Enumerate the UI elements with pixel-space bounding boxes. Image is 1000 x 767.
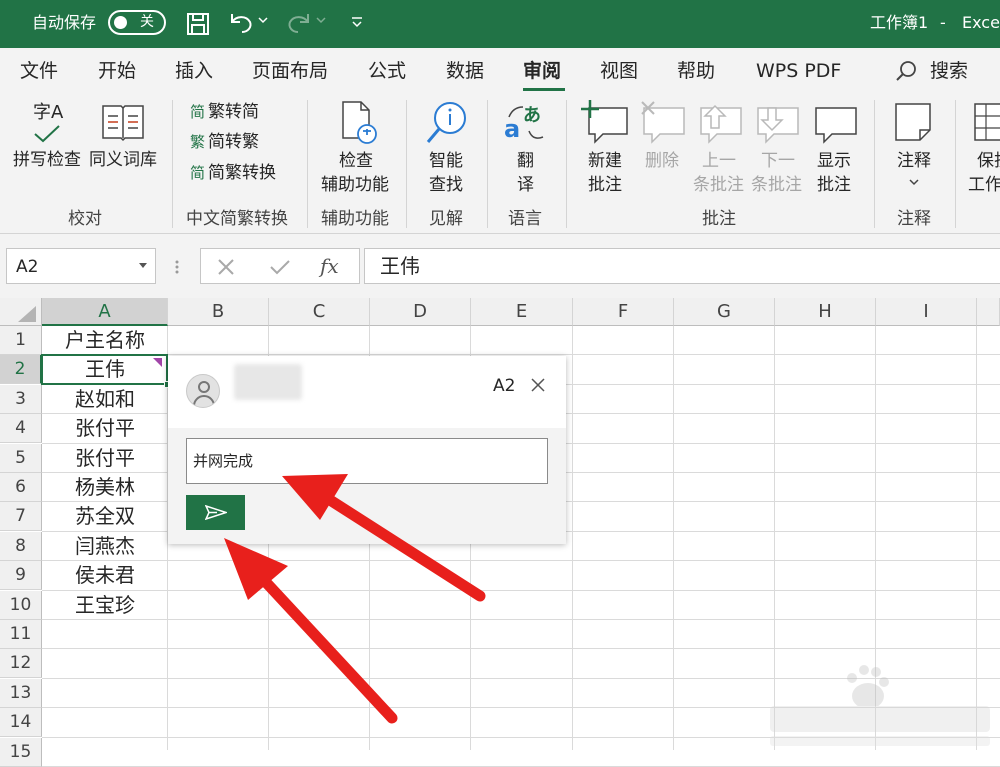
arrow-to-comment-input: [282, 474, 486, 602]
arrow-to-post-button: [224, 538, 398, 724]
baidu-watermark: [770, 665, 990, 746]
annotation-arrows: [224, 474, 486, 724]
